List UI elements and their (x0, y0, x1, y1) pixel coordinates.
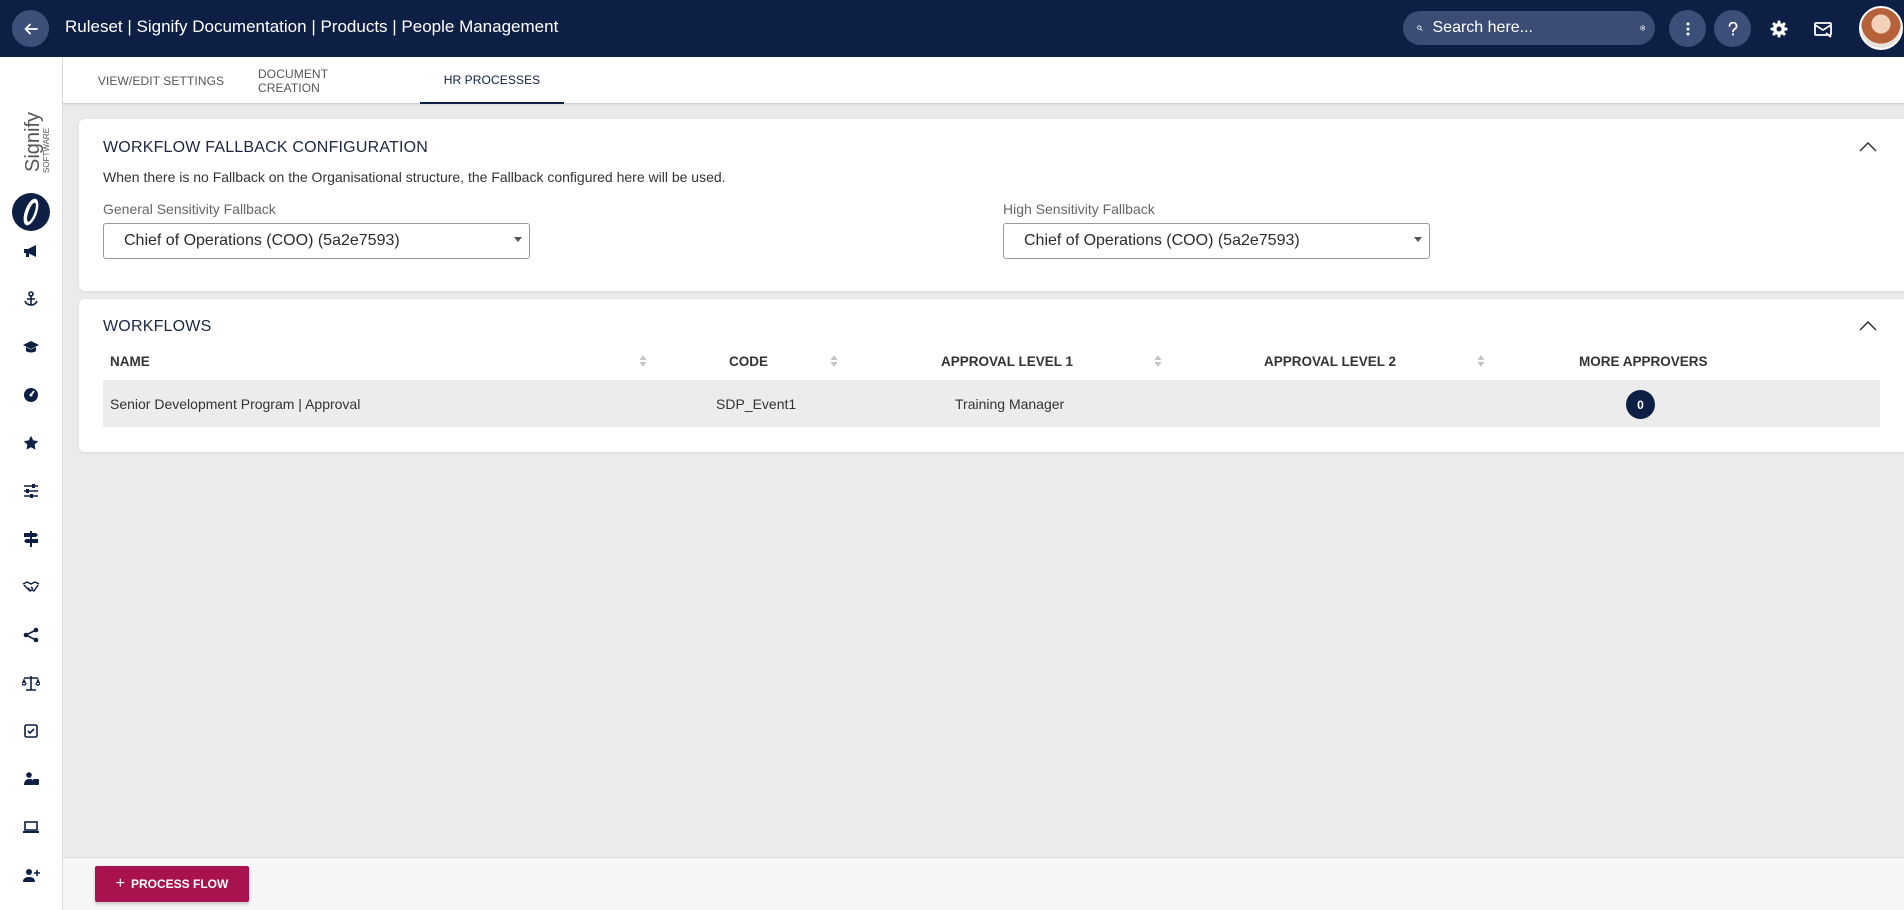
sidebar-item-training[interactable] (20, 336, 42, 358)
tab-view-edit-settings[interactable]: VIEW/EDIT SETTINGS (86, 57, 236, 104)
general-sensitivity-value: Chief of Operations (COO) (5a2e7593) (124, 232, 400, 249)
more-options-button[interactable] (1669, 10, 1706, 47)
workflows-card-title: WORKFLOWS (103, 318, 212, 335)
question-mark-icon (1728, 21, 1737, 36)
svg-text:SOFTWARE: SOFTWARE (42, 128, 51, 173)
mail-icon (1813, 21, 1832, 38)
sidebar-item-structure[interactable] (20, 624, 42, 646)
sidebar-item-devices[interactable] (20, 816, 42, 838)
tab-hr-processes[interactable]: HR PROCESSES (420, 57, 564, 104)
star-icon (23, 435, 39, 450)
svg-text:Signify: Signify (22, 112, 44, 172)
high-sensitivity-label: High Sensitivity Fallback (1003, 201, 1155, 217)
bottom-action-bar (63, 857, 1904, 910)
anchor-icon (24, 291, 38, 306)
approval-level-1-cell: Training Manager (955, 395, 1065, 412)
tab-document-creation[interactable]: DOCUMENT CREATION (258, 57, 392, 104)
column-header-code[interactable]: CODE (729, 352, 768, 370)
sort-icon[interactable] (639, 353, 647, 369)
search-icon (1417, 25, 1423, 31)
arrow-left-icon (24, 23, 38, 34)
high-sensitivity-select[interactable]: Chief of Operations (COO) (5a2e7593) (1003, 223, 1430, 259)
fallback-description: When there is no Fallback on the Organis… (103, 169, 726, 185)
collapse-workflows-button[interactable] (1856, 314, 1880, 338)
megaphone-icon (24, 245, 36, 257)
sidebar-item-agreements[interactable] (20, 576, 42, 598)
checkbox-icon (24, 724, 38, 738)
page-title: Ruleset | Signify Documentation | Produc… (65, 17, 559, 36)
sidebar-item-performance[interactable] (20, 384, 42, 406)
search-box[interactable] (1403, 11, 1655, 45)
table-row[interactable]: Senior Development Program | Approval SD… (103, 380, 1880, 427)
sort-icon[interactable] (830, 353, 838, 369)
sidebar-item-announcements[interactable] (20, 240, 42, 262)
search-input[interactable] (1432, 19, 1640, 37)
chevron-up-icon (1859, 321, 1877, 331)
dropdown-caret-icon (514, 237, 522, 242)
collapse-fallback-button[interactable] (1856, 135, 1880, 159)
column-header-name[interactable]: NAME (110, 352, 150, 370)
chevron-up-icon (1859, 142, 1877, 152)
signify-logo: Signify SOFTWARE (12, 112, 51, 231)
laptop-icon (23, 821, 39, 833)
back-button[interactable] (12, 10, 49, 47)
sidebar-item-recruitment[interactable] (20, 864, 42, 886)
more-approvers-badge[interactable]: 0 (1626, 390, 1655, 419)
graduation-cap-icon (23, 341, 39, 353)
workflow-fallback-card: WORKFLOW FALLBACK CONFIGURATION When the… (79, 119, 1904, 291)
sliders-icon (24, 484, 38, 498)
gear-icon (1770, 20, 1787, 37)
sidebar: Signify SOFTWARE (0, 57, 63, 910)
user-avatar[interactable] (1859, 6, 1903, 50)
dropdown-caret-icon (1414, 237, 1422, 242)
help-button[interactable] (1714, 10, 1751, 47)
workflow-name-cell: Senior Development Program | Approval (110, 395, 361, 412)
person-briefcase-icon (24, 772, 39, 785)
process-flow-label: PROCESS FLOW (131, 877, 229, 891)
general-sensitivity-select[interactable]: Chief of Operations (COO) (5a2e7593) (103, 223, 530, 259)
sidebar-item-settings[interactable] (20, 480, 42, 502)
sort-icon[interactable] (1154, 353, 1162, 369)
add-person-icon (23, 869, 40, 882)
column-header-approval-level-1[interactable]: APPROVAL LEVEL 1 (941, 352, 1073, 370)
top-bar: Ruleset | Signify Documentation | Produc… (0, 0, 1904, 57)
general-sensitivity-label: General Sensitivity Fallback (103, 201, 276, 217)
plus-icon: + (115, 875, 125, 892)
column-header-approval-level-2[interactable]: APPROVAL LEVEL 2 (1264, 352, 1396, 370)
high-sensitivity-value: Chief of Operations (COO) (5a2e7593) (1024, 232, 1300, 249)
handshake-icon (22, 581, 40, 592)
column-header-more-approvers: MORE APPROVERS (1579, 353, 1708, 369)
more-vertical-icon (1686, 22, 1689, 35)
tab-bar: VIEW/EDIT SETTINGS DOCUMENT CREATION HR … (63, 57, 1904, 104)
scales-icon (22, 676, 40, 691)
fallback-card-title: WORKFLOW FALLBACK CONFIGURATION (103, 139, 429, 156)
settings-button[interactable] (1765, 15, 1792, 42)
sidebar-item-favourites[interactable] (20, 432, 42, 454)
workflow-code-cell: SDP_Event1 (716, 395, 797, 412)
sidebar-item-employees[interactable] (20, 768, 42, 790)
sidebar-item-compliance[interactable] (20, 672, 42, 694)
signpost-icon (24, 531, 38, 547)
process-flow-button[interactable]: + PROCESS FLOW (95, 866, 249, 902)
messages-button[interactable] (1809, 15, 1836, 42)
hierarchy-icon (23, 627, 39, 643)
workflows-card: WORKFLOWS NAME CODE APPROVAL LEVEL 1 APP… (79, 299, 1904, 452)
dashboard-gauge-icon (24, 388, 38, 402)
sidebar-item-tasks[interactable] (20, 720, 42, 742)
clear-search-icon[interactable] (1639, 21, 1646, 35)
sort-icon[interactable] (1477, 353, 1485, 369)
sidebar-item-directions[interactable] (20, 528, 42, 550)
sidebar-item-onboarding[interactable] (20, 288, 42, 310)
